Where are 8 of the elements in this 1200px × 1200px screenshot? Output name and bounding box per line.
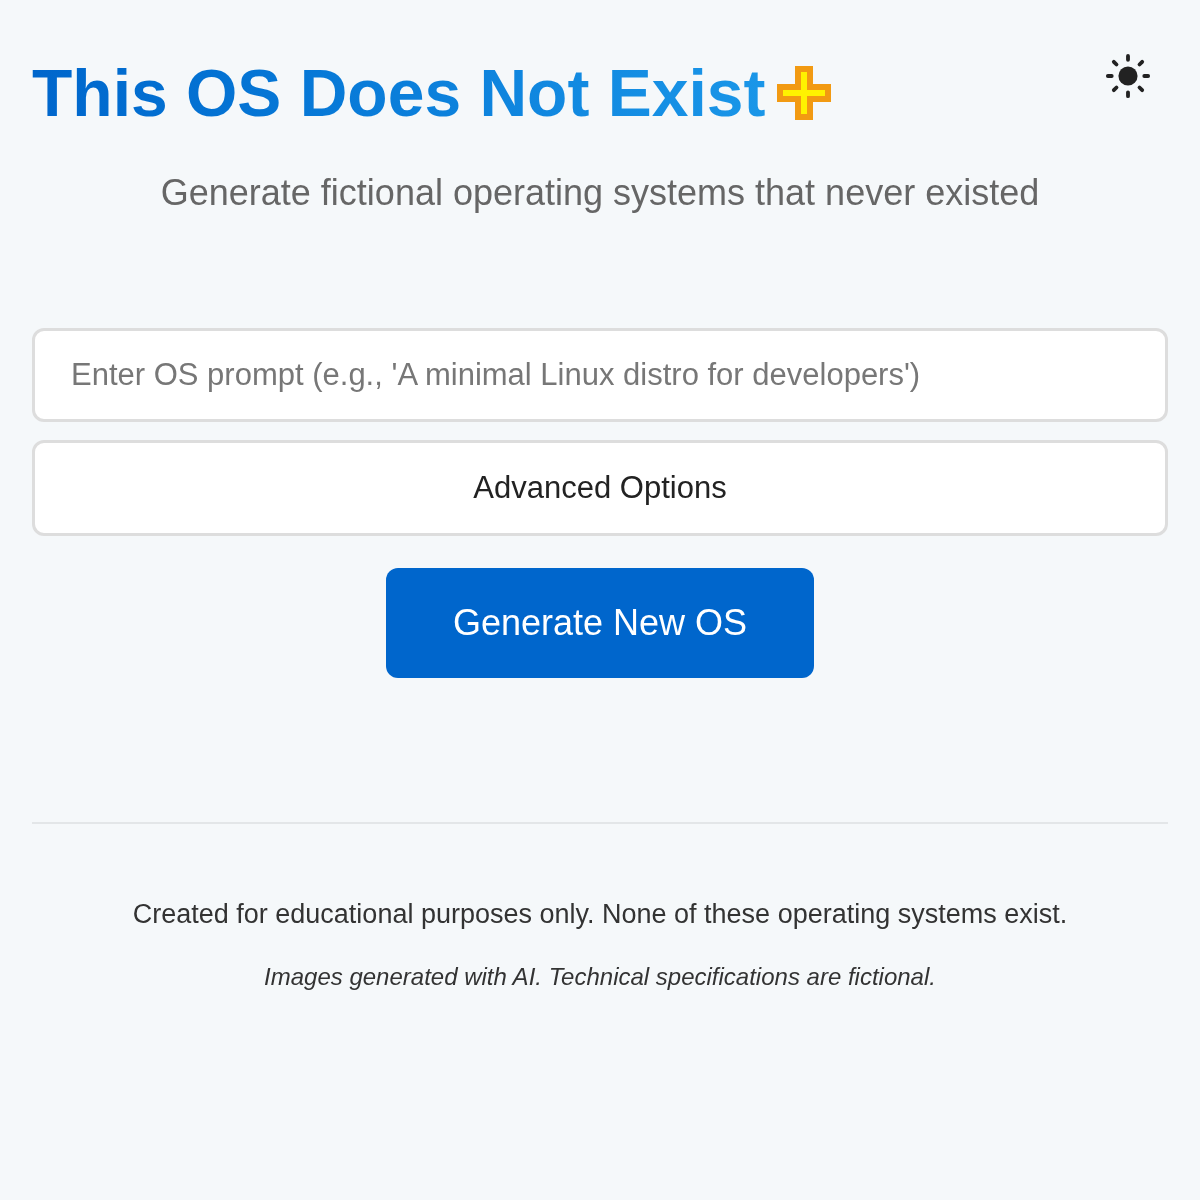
subtitle: Generate fictional operating systems that never existed	[159, 171, 1041, 215]
theme-toggle-icon[interactable]	[1104, 52, 1152, 100]
prompt-input-field[interactable]: Enter OS prompt (e.g., 'A minimal Linux distro for developers')	[32, 328, 1168, 422]
plus-icon	[777, 66, 832, 120]
advanced-options-button[interactable]: Advanced Options	[32, 440, 1168, 536]
footer-disclaimer: Images generated with AI. Technical specifications are fictional.	[263, 961, 937, 992]
footer-note: Created for educational purposes only. None of these operating systems exist.	[131, 898, 1069, 931]
generate-button[interactable]: Generate New OS	[386, 568, 814, 678]
